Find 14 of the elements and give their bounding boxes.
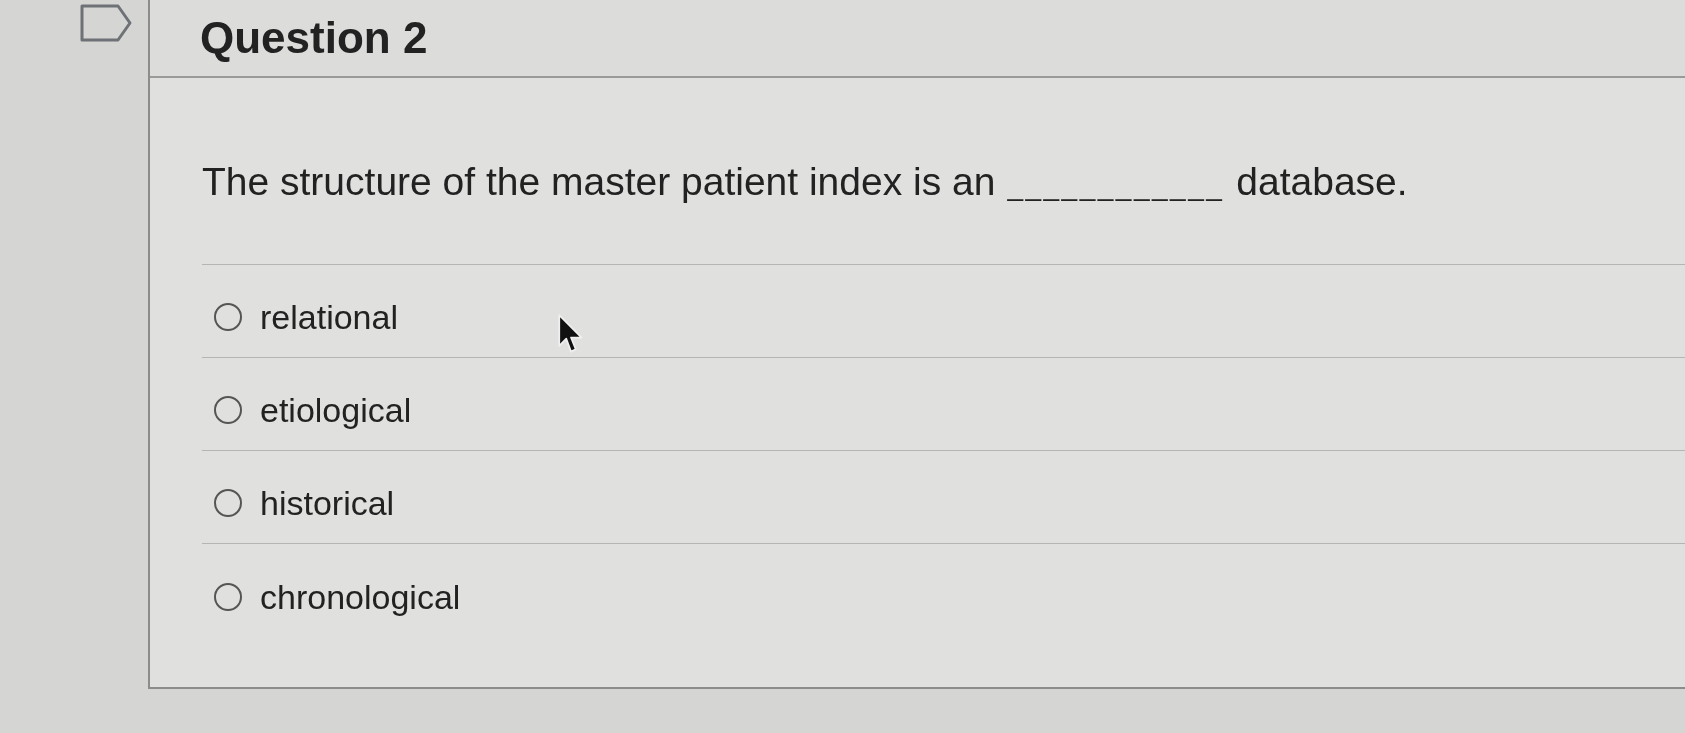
question-text: database. — [1236, 159, 1408, 204]
option-label[interactable]: historical — [260, 483, 395, 523]
option-label[interactable]: chronological — [260, 576, 461, 617]
question-title: Question 2 — [200, 16, 428, 60]
fill-in-line: ____________ — [1007, 169, 1225, 203]
question-text: The structure of the master patient index is an — [202, 159, 996, 204]
radio-button[interactable] — [214, 303, 242, 331]
option-label[interactable]: relational — [260, 297, 398, 337]
cursor-arrow-icon — [558, 314, 584, 354]
tag-outline-icon[interactable] — [80, 4, 132, 42]
radio-button[interactable] — [214, 396, 242, 424]
option-label[interactable]: etiological — [260, 390, 412, 430]
radio-button[interactable] — [214, 489, 242, 517]
radio-button[interactable] — [214, 582, 242, 611]
